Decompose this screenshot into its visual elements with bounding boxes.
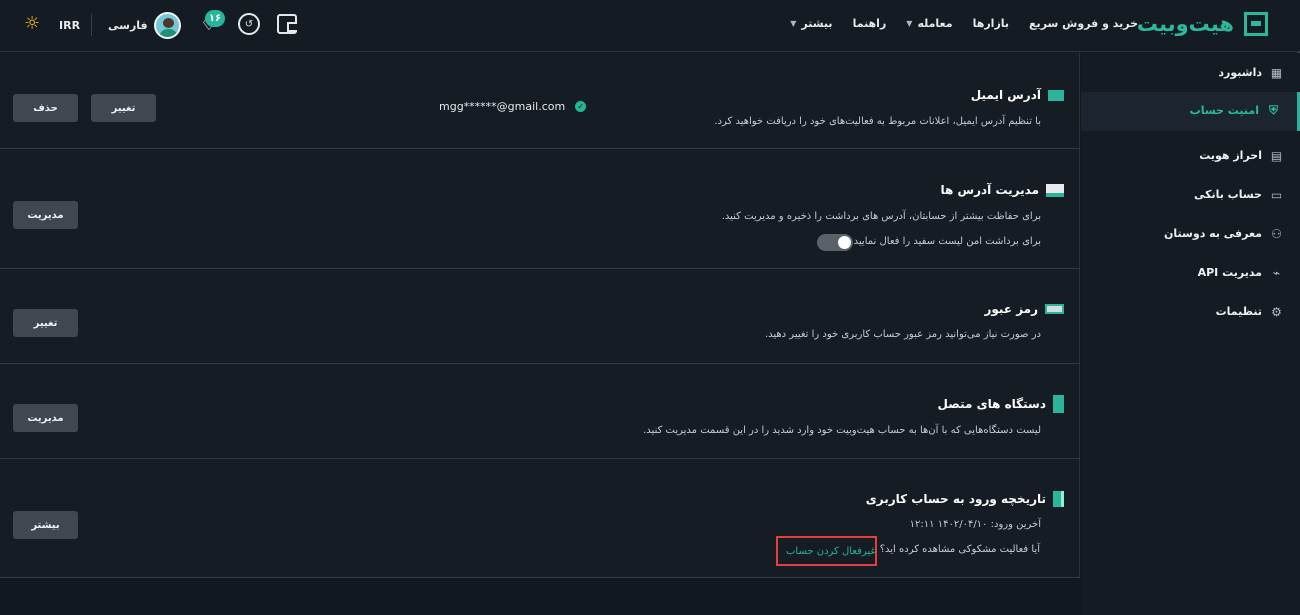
card-icon	[1046, 183, 1064, 197]
dashboard-icon: ▦	[1270, 65, 1283, 80]
section-title: مدیریت آدرس ها	[940, 183, 1039, 197]
security-settings-panel: آدرس ایمیل با تنظیم آدرس ایمیل، اعلانات …	[0, 53, 1080, 578]
currency-selector[interactable]: IRR	[59, 19, 80, 32]
account-sidebar: ▦ داشبورد ▤ احراز هویت ▭ حساب بانکی ⚇ مع…	[1081, 53, 1300, 615]
nav-markets[interactable]: بازارها	[973, 17, 1009, 30]
section-title: آدرس ایمیل	[970, 88, 1041, 102]
email-section: آدرس ایمیل با تنظیم آدرس ایمیل، اعلانات …	[0, 53, 1080, 149]
language-selector[interactable]: فارسی	[108, 19, 148, 32]
history-icon[interactable]: ↺	[238, 13, 260, 35]
sidebar-item-bank-account[interactable]: ▭ حساب بانکی	[1194, 187, 1283, 202]
notification-badge: ۱۶	[205, 10, 225, 27]
nav-trade[interactable]: معامله ▼	[906, 17, 952, 30]
referral-icon: ⚇	[1271, 226, 1282, 241]
sidebar-item-security-content: ⛨ امنیت حساب	[1189, 103, 1279, 117]
section-description: لیست دستگاه‌هایی که با آن‌ها به حساب هیت…	[643, 425, 1041, 436]
login-history-section: تاریخچه ورود به حساب کاربری آخرین ورود: …	[0, 459, 1080, 578]
suspicious-activity-question: آیا فعالیت مشکوکی مشاهده کرده اید؟	[879, 544, 1040, 555]
chevron-down-icon: ▼	[790, 19, 797, 28]
manage-addresses-button[interactable]: مدیریت	[13, 201, 78, 229]
chevron-down-icon: ▼	[906, 19, 913, 28]
last-login: آخرین ورود: ۱۴۰۲/۰۴/۱۰ ۱۲:۱۱	[910, 519, 1041, 530]
nav-guide[interactable]: راهنما	[853, 17, 887, 30]
section-title: دستگاه های متصل	[937, 397, 1046, 411]
device-icon	[1053, 395, 1064, 413]
history-list-icon	[1053, 491, 1064, 507]
last-login-label: آخرین ورود:	[990, 519, 1041, 530]
section-description: برای حفاظت بیشتر از حسابتان، آدرس های بر…	[721, 211, 1041, 222]
sidebar-item-dashboard[interactable]: ▦ داشبورد	[1218, 65, 1283, 80]
sidebar-item-identity[interactable]: ▤ احراز هویت	[1199, 148, 1283, 163]
sidebar-item-settings[interactable]: ⚙ تنظیمات	[1216, 304, 1283, 319]
change-email-button[interactable]: تغییر	[91, 94, 156, 122]
connected-devices-section: دستگاه های متصل لیست دستگاه‌هایی که با آ…	[0, 364, 1080, 459]
gear-icon: ⚙	[1271, 304, 1282, 319]
nav-more[interactable]: بیشتر ▼	[790, 17, 832, 30]
main-navigation: خرید و فروش سریع بازارها معامله ▼ راهنما …	[790, 17, 1138, 30]
section-title: رمز عبور	[984, 302, 1038, 316]
section-description: در صورت نیاز می‌توانید رمز عبور حساب کار…	[764, 329, 1041, 340]
wallet-icon[interactable]	[277, 14, 297, 34]
deactivate-account-link[interactable]: غیرفعال کردن حساب	[786, 546, 876, 557]
section-title: تاریخچه ورود به حساب کاربری	[865, 492, 1046, 506]
check-icon: ✓	[575, 101, 587, 112]
logo-text: هیت‌وبیت	[1136, 12, 1234, 36]
id-card-icon: ▤	[1270, 148, 1283, 163]
logo[interactable]: هیت‌وبیت	[1137, 12, 1268, 36]
address-management-title-row: مدیریت آدرس ها	[941, 183, 1064, 197]
deactivate-account-highlight: غیرفعال کردن حساب	[776, 536, 877, 566]
whitelist-toggle-label: برای برداشت امن لیست سفید را فعال نمایید…	[850, 236, 1041, 247]
more-login-history-button[interactable]: بیشتر	[13, 511, 78, 539]
email-icon	[1048, 89, 1064, 101]
password-icon	[1045, 304, 1064, 314]
email-value-display: mgg******@gmail.com ✓	[439, 100, 587, 113]
delete-email-button[interactable]: حذف	[13, 94, 78, 122]
api-icon: ⌁	[1272, 265, 1281, 280]
address-management-section: مدیریت آدرس ها برای حفاظت بیشتر از حسابت…	[0, 149, 1080, 269]
manage-devices-button[interactable]: مدیریت	[13, 404, 78, 432]
last-login-value: ۱۴۰۲/۰۴/۱۰ ۱۲:۱۱	[909, 519, 988, 530]
password-section: رمز عبور در صورت نیاز می‌توانید رمز عبور…	[0, 269, 1080, 364]
password-title-row: رمز عبور	[984, 302, 1064, 316]
email-title-row: آدرس ایمیل	[971, 88, 1064, 102]
section-description: با تنظیم آدرس ایمیل، اعلانات مربوط به فع…	[714, 116, 1041, 127]
login-history-title-row: تاریخچه ورود به حساب کاربری	[866, 491, 1064, 507]
shield-icon: ⛨	[1269, 103, 1279, 117]
top-bar: هیت‌وبیت خرید و فروش سریع بازارها معامله…	[0, 0, 1300, 52]
sidebar-item-security[interactable]: ⛨ امنیت حساب	[1081, 92, 1300, 131]
sidebar-item-api[interactable]: ⌁ مدیریت API	[1198, 265, 1283, 280]
sun-icon[interactable]: ☼	[24, 15, 40, 33]
email-value: mgg******@gmail.com	[439, 100, 566, 113]
connected-devices-title-row: دستگاه های متصل	[938, 395, 1064, 413]
change-password-button[interactable]: تغییر	[13, 309, 78, 337]
whitelist-toggle[interactable]	[817, 234, 853, 251]
divider	[91, 14, 92, 36]
sidebar-item-referral[interactable]: ⚇ معرفی به دوستان	[1164, 226, 1283, 241]
bank-card-icon: ▭	[1270, 187, 1283, 202]
nav-quick-trade[interactable]: خرید و فروش سریع	[1029, 17, 1138, 30]
avatar[interactable]	[154, 12, 181, 39]
logo-mark-icon	[1244, 12, 1268, 36]
